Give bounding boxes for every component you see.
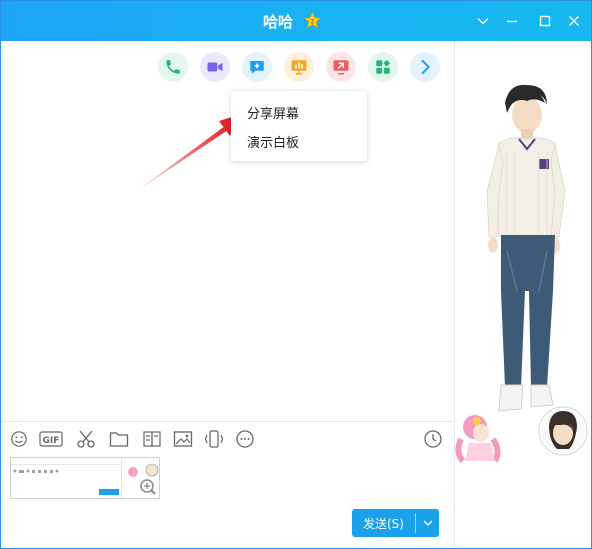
chat-window: 哈哈 2 分享屏幕 演示白板 GIF 发送(S) <box>0 0 592 549</box>
send-button[interactable]: 发送(S) <box>352 509 439 537</box>
scissors-icon <box>77 430 95 448</box>
gif-icon: GIF <box>39 431 63 447</box>
image-icon <box>173 431 193 447</box>
message-area[interactable]: 分享屏幕 演示白板 <box>1 41 454 421</box>
chevron-down-icon <box>423 520 433 526</box>
window-title: 哈哈 <box>263 13 294 31</box>
menu-item-whiteboard[interactable]: 演示白板 <box>247 132 299 151</box>
screenshot-button[interactable] <box>75 428 97 450</box>
pasted-screenshot-thumbnail[interactable] <box>10 457 160 499</box>
thumbnail-image <box>11 458 159 498</box>
share-popup-menu: 分享屏幕 演示白板 <box>231 91 367 161</box>
close-button[interactable] <box>562 9 586 33</box>
sticker-icon <box>143 431 161 447</box>
input-divider <box>1 421 454 422</box>
shake-button[interactable] <box>203 428 225 450</box>
minimize-icon <box>507 20 517 23</box>
more-tools-button[interactable] <box>234 428 256 450</box>
close-icon <box>569 16 579 26</box>
file-button[interactable] <box>108 428 130 450</box>
avatar-figure <box>455 84 588 464</box>
svg-text:2: 2 <box>310 18 314 25</box>
dropdown-button[interactable] <box>471 9 495 33</box>
annotation-arrow <box>134 114 241 193</box>
more-icon <box>236 430 254 448</box>
sticker-button[interactable] <box>141 428 163 450</box>
history-icon <box>424 430 442 448</box>
minimize-button[interactable] <box>500 9 524 33</box>
emoji-icon <box>11 431 27 447</box>
image-button[interactable] <box>172 428 194 450</box>
folder-icon <box>109 432 129 447</box>
show-panel <box>454 41 591 548</box>
menu-item-share-screen[interactable]: 分享屏幕 <box>247 103 299 122</box>
maximize-icon <box>539 15 551 27</box>
send-separator <box>415 513 416 533</box>
vip-star-icon: 2 <box>304 12 321 29</box>
maximize-button[interactable] <box>533 9 557 33</box>
history-button[interactable] <box>422 428 444 450</box>
title-bar[interactable]: 哈哈 2 <box>1 1 591 41</box>
gif-button[interactable]: GIF <box>39 428 65 450</box>
chevron-down-icon <box>477 18 489 25</box>
emoji-button[interactable] <box>8 428 30 450</box>
svg-text:GIF: GIF <box>43 436 60 446</box>
shake-icon <box>204 430 224 448</box>
send-label: 发送(S) <box>363 517 404 531</box>
send-options-button[interactable] <box>418 509 438 537</box>
